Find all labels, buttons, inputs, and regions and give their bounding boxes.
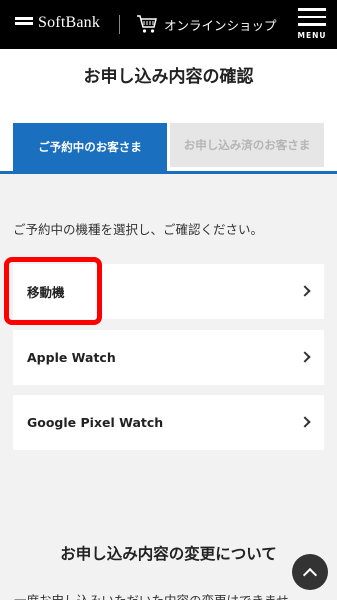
- scroll-to-top-button[interactable]: [292, 554, 328, 590]
- option-google-pixel-watch[interactable]: Google Pixel Watch: [13, 395, 324, 450]
- chevron-up-icon: [302, 567, 318, 582]
- brand-name: SoftBank: [38, 14, 101, 31]
- hamburger-menu-icon-bar: [298, 15, 326, 18]
- menu-label: MENU: [297, 30, 327, 40]
- tab-label: ご予約中のお客さま: [38, 140, 142, 154]
- page-title: お申し込み内容の確認: [83, 67, 254, 87]
- highlight-annotation: [4, 257, 102, 325]
- chevron-right-icon: [299, 416, 311, 428]
- instruction-text: ご予約中の機種を選択し、ご確認ください。: [13, 222, 264, 237]
- menu-button[interactable]: MENU: [297, 8, 327, 42]
- option-label: Apple Watch: [27, 350, 116, 365]
- hamburger-menu-icon-bar: [298, 23, 326, 26]
- option-label: Google Pixel Watch: [27, 415, 164, 430]
- online-shop-link[interactable]: オンラインショップ: [136, 14, 277, 34]
- tab-applied-customers[interactable]: お申し込み済のお客さま: [170, 123, 324, 167]
- tab-label: お申し込み済のお客さま: [183, 138, 311, 152]
- chevron-right-icon: [299, 285, 311, 297]
- change-section-body: 一度お申し込みいただいた内容の変更はできませ: [14, 590, 334, 600]
- softbank-logo[interactable]: SoftBank: [15, 14, 100, 32]
- tab-reserved-customers[interactable]: ご予約中のお客さま: [13, 123, 167, 171]
- header-divider: [119, 15, 120, 34]
- chevron-right-icon: [299, 351, 311, 363]
- cart-icon: [137, 15, 157, 33]
- hamburger-menu-icon: [298, 8, 326, 11]
- site-header: SoftBank オンラインショップ MENU: [0, 0, 337, 49]
- option-apple-watch[interactable]: Apple Watch: [13, 330, 324, 385]
- softbank-logo-icon: [15, 14, 33, 32]
- online-shop-label: オンラインショップ: [164, 17, 277, 33]
- change-info-section: お申し込み内容の変更について 一度お申し込みいただいた内容の変更はできませ: [0, 496, 337, 600]
- change-section-title: お申し込み内容の変更について: [60, 545, 277, 563]
